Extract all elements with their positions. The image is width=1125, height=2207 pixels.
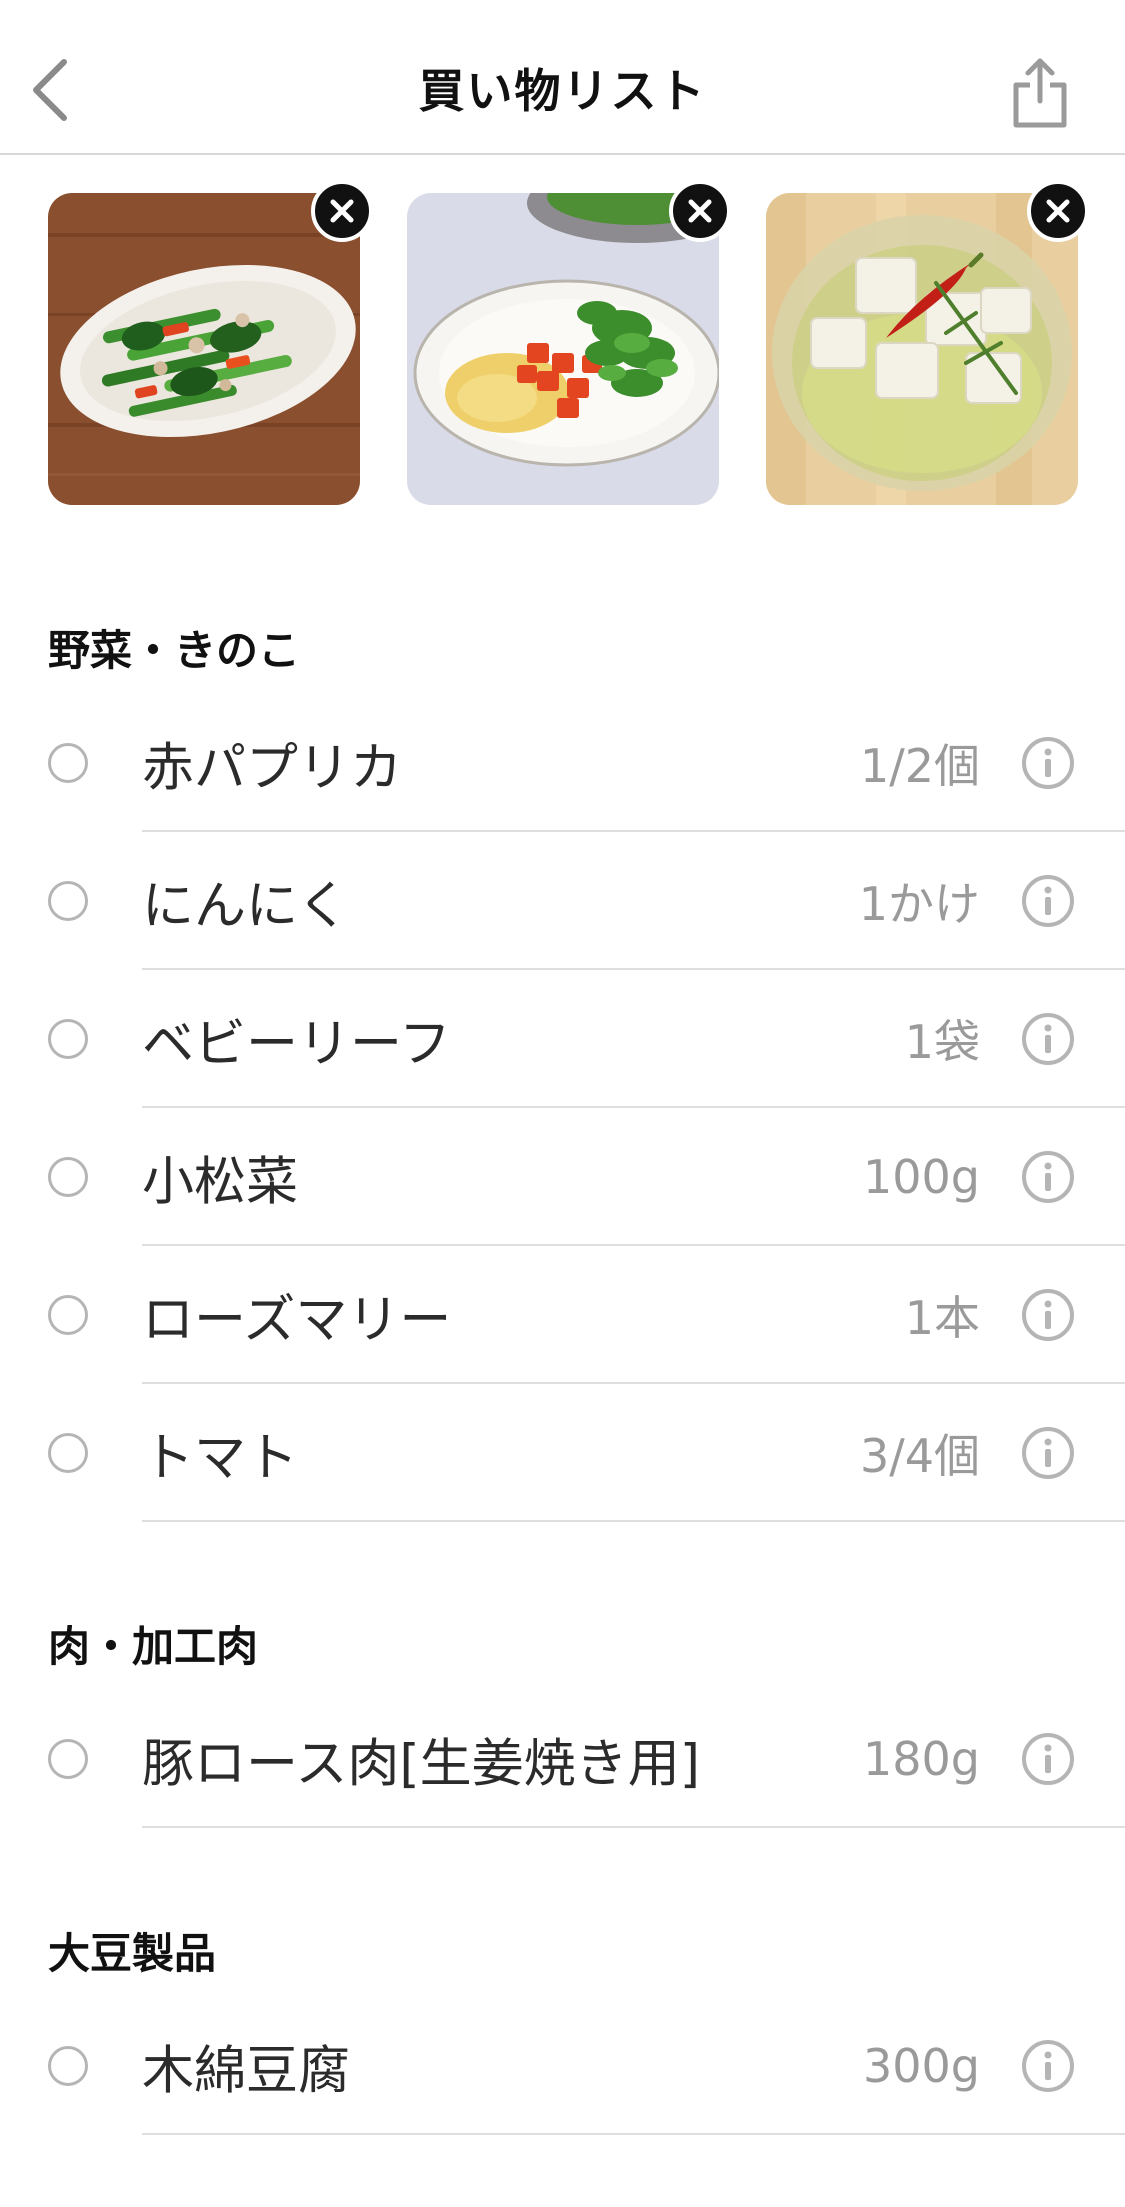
recipe-image xyxy=(48,193,360,505)
item-quantity: 180g xyxy=(863,1732,980,1786)
item-quantity: 1かけ xyxy=(858,877,980,931)
recipe-image xyxy=(766,193,1078,505)
section-title: 野菜・きのこ xyxy=(48,626,301,675)
checkbox[interactable] xyxy=(48,743,88,783)
checkbox[interactable] xyxy=(48,1739,88,1779)
item-name: にんにく xyxy=(142,876,349,937)
info-icon[interactable] xyxy=(1020,1425,1076,1481)
remove-recipe-button[interactable] xyxy=(1027,180,1089,242)
info-icon[interactable] xyxy=(1020,2038,1076,2094)
list-item: ローズマリー 1本 xyxy=(0,1246,1125,1384)
checkbox[interactable] xyxy=(48,1295,88,1335)
remove-recipe-button[interactable] xyxy=(669,180,731,242)
checkbox[interactable] xyxy=(48,881,88,921)
info-icon[interactable] xyxy=(1020,1731,1076,1787)
item-name: ベビーリーフ xyxy=(142,1014,451,1075)
section-title: 大豆製品 xyxy=(48,1929,217,1978)
recipe-thumbnails xyxy=(0,155,1125,535)
list-item: 赤パプリカ 1/2個 xyxy=(0,694,1125,832)
item-quantity: 300g xyxy=(863,2039,980,2093)
close-icon xyxy=(1046,199,1070,223)
item-quantity: 1本 xyxy=(904,1291,980,1345)
list-item: 豚ロース肉[生姜焼き用] 180g xyxy=(0,1690,1125,1828)
close-icon xyxy=(330,199,354,223)
divider xyxy=(142,1826,1125,1828)
info-icon[interactable] xyxy=(1020,1149,1076,1205)
checkbox[interactable] xyxy=(48,1157,88,1197)
list-item: 小松菜 100g xyxy=(0,1108,1125,1246)
divider xyxy=(142,1520,1125,1522)
item-quantity: 1/2個 xyxy=(859,739,980,793)
list-item: ベビーリーフ 1袋 xyxy=(0,970,1125,1108)
item-name: 赤パプリカ xyxy=(142,738,403,799)
item-quantity: 100g xyxy=(863,1150,980,1204)
list-item: トマト 3/4個 xyxy=(0,1384,1125,1522)
page-title: 買い物リスト xyxy=(418,64,707,118)
checkbox[interactable] xyxy=(48,1019,88,1059)
share-button[interactable] xyxy=(1005,48,1075,138)
recipe-image xyxy=(407,193,719,505)
item-name: 木綿豆腐 xyxy=(142,2041,351,2102)
checkbox[interactable] xyxy=(48,1433,88,1473)
list-item: にんにく 1かけ xyxy=(0,832,1125,970)
share-icon xyxy=(1013,58,1067,128)
item-name: 小松菜 xyxy=(142,1152,299,1213)
item-quantity: 1袋 xyxy=(904,1015,980,1069)
recipe-thumbnail[interactable] xyxy=(766,193,1078,505)
divider xyxy=(142,2133,1125,2135)
item-quantity: 3/4個 xyxy=(859,1429,980,1483)
nav-bar: 買い物リスト xyxy=(0,0,1125,155)
section-title: 肉・加工肉 xyxy=(48,1622,259,1671)
checkbox[interactable] xyxy=(48,2046,88,2086)
list-item: 木綿豆腐 300g xyxy=(0,1997,1125,2135)
item-name: 豚ロース肉[生姜焼き用] xyxy=(142,1734,700,1795)
close-icon xyxy=(688,199,712,223)
info-icon[interactable] xyxy=(1020,735,1076,791)
info-icon[interactable] xyxy=(1020,1011,1076,1067)
remove-recipe-button[interactable] xyxy=(311,180,373,242)
info-icon[interactable] xyxy=(1020,1287,1076,1343)
recipe-thumbnail[interactable] xyxy=(407,193,719,505)
item-name: ローズマリー xyxy=(142,1290,452,1351)
info-icon[interactable] xyxy=(1020,873,1076,929)
recipe-thumbnail[interactable] xyxy=(48,193,360,505)
item-name: トマト xyxy=(142,1428,299,1489)
